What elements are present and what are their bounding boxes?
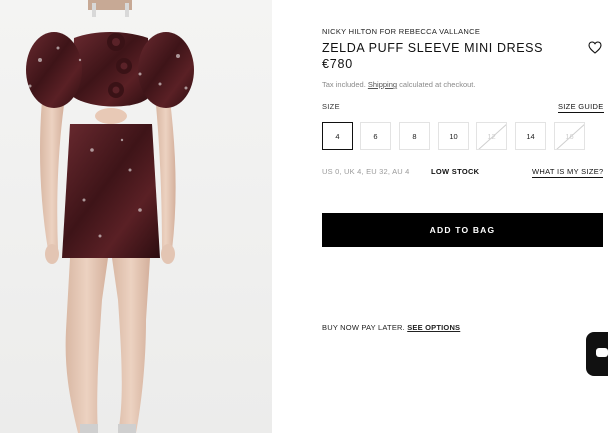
sold-out-slash [477,123,506,149]
shipping-link[interactable]: Shipping [368,80,397,89]
product-image[interactable] [0,0,272,433]
size-option-4[interactable]: 4 [322,122,353,150]
product-title: ZELDA PUFF SLEEVE MINI DRESS [322,41,544,55]
size-guide-link[interactable]: SIZE GUIDE [558,102,604,113]
size-option-label: 8 [412,131,417,141]
stock-status: LOW STOCK [431,167,480,176]
sold-out-slash [555,123,584,149]
tax-note: Tax included. Shipping calculated at che… [322,80,475,89]
product-price: €780 [322,57,354,71]
brand-name: NICKY HILTON FOR REBECCA VALLANCE [322,27,481,36]
size-option-10[interactable]: 10 [438,122,469,150]
size-option-16[interactable]: 16 [554,122,585,150]
size-option-label: 4 [335,131,340,141]
chat-button[interactable] [586,332,608,376]
bnpl-note: BUY NOW PAY LATER. SEE OPTIONS [322,323,460,332]
size-option-14[interactable]: 14 [515,122,546,150]
size-option-label: 6 [373,131,378,141]
size-option-label: 14 [526,131,535,141]
tax-prefix: Tax included. [322,80,368,89]
size-option-12[interactable]: 12 [476,122,507,150]
chat-icon [596,348,608,357]
size-conversion: US 0, UK 4, EU 32, AU 4 [322,167,410,176]
product-photo-illustration [26,0,194,433]
bnpl-text: BUY NOW PAY LATER. [322,323,408,332]
add-to-bag-button[interactable]: ADD TO BAG [322,213,603,247]
size-option-label: 10 [449,131,458,141]
see-options-link[interactable]: SEE OPTIONS [407,323,460,332]
size-label: SIZE [322,102,340,111]
tax-suffix: calculated at checkout. [397,80,476,89]
size-option-6[interactable]: 6 [360,122,391,150]
heart-icon[interactable] [588,41,602,54]
what-is-my-size-link[interactable]: WHAT IS MY SIZE? [532,167,604,178]
size-option-8[interactable]: 8 [399,122,430,150]
